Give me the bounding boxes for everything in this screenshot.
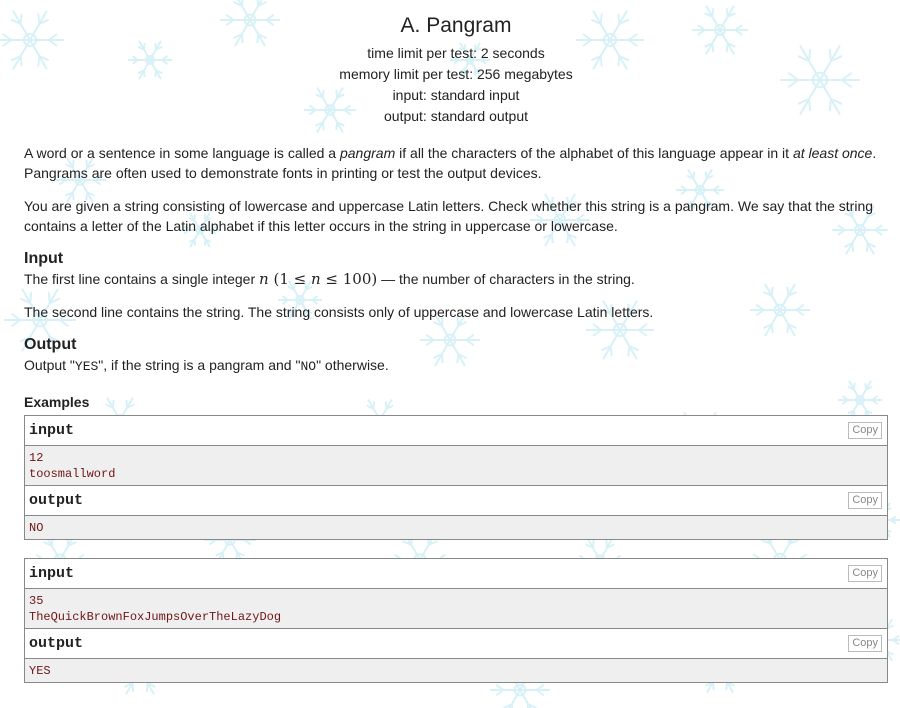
input-spec-line-2: The second line contains the string. The… — [24, 304, 654, 320]
statement-paragraph-2: You are given a string consisting of low… — [24, 198, 874, 234]
yes-token: YES — [74, 359, 99, 374]
math-formula: n (1 ≤ n ≤ 100) — [259, 270, 377, 288]
output-label: output — [29, 492, 84, 509]
emphasis-at-least-once: at least once — [792, 145, 873, 161]
examples-title: Examples — [24, 394, 90, 410]
math-constraint-open: (1 ≤ — [273, 270, 311, 288]
output-file: output: standard output — [384, 108, 528, 124]
sample-line: 12 — [29, 451, 44, 465]
example-2: input Copy 35 TheQuickBrownFoxJumpsOverT… — [24, 558, 888, 683]
sample-line: TheQuickBrownFoxJumpsOverTheLazyDog — [29, 610, 282, 624]
output-text: " otherwise. — [316, 357, 389, 373]
problem-statement: A. Pangram time limit per test: 2 second… — [0, 0, 900, 683]
input-text: — the number of characters in the string… — [377, 271, 635, 287]
sample-line: YES — [29, 664, 51, 678]
output-label: output — [29, 635, 84, 652]
input-file: input: standard input — [392, 87, 520, 103]
no-token: NO — [300, 359, 317, 374]
example-output-header: output Copy — [25, 629, 887, 659]
copy-button[interactable]: Copy — [848, 635, 882, 652]
statement-text: if all the characters of the alphabet of… — [395, 145, 793, 161]
example-input-header: input Copy — [25, 416, 887, 446]
math-constraint-close: ≤ 100) — [320, 270, 378, 288]
input-label: input — [29, 422, 75, 439]
time-limit: time limit per test: 2 seconds — [367, 45, 545, 61]
copy-button[interactable]: Copy — [848, 565, 882, 582]
example-output-body: YES — [25, 659, 887, 682]
example-input-body: 35 TheQuickBrownFoxJumpsOverTheLazyDog — [25, 589, 887, 629]
input-section-title: Input — [24, 250, 64, 267]
math-variable-n: n — [310, 270, 321, 288]
statement-paragraph-1: A word or a sentence in some language is… — [24, 143, 886, 183]
example-output-header: output Copy — [25, 486, 887, 516]
copy-button[interactable]: Copy — [848, 492, 882, 509]
output-text: Output " — [24, 357, 75, 373]
problem-header: A. Pangram time limit per test: 2 second… — [24, 0, 888, 127]
problem-title: A. Pangram — [400, 14, 512, 37]
output-section-title: Output — [24, 336, 77, 353]
sample-line: NO — [29, 521, 44, 535]
output-text: ", if the string is a pangram and " — [98, 357, 301, 373]
example-output-body: NO — [25, 516, 887, 539]
statement-text: A word or a sentence in some language is… — [24, 145, 340, 161]
copy-button[interactable]: Copy — [848, 422, 882, 439]
math-variable-n: n — [259, 270, 269, 288]
output-spec: Output "YES", if the string is a pangram… — [24, 355, 888, 377]
input-spec-line-1: The first line contains a single integer… — [24, 269, 888, 289]
example-input-header: input Copy — [25, 559, 887, 589]
emphasis-pangram: pangram — [339, 145, 396, 161]
input-text: The first line contains a single integer — [24, 271, 260, 287]
sample-line: 35 — [29, 594, 44, 608]
example-input-body: 12 toosmallword — [25, 446, 887, 486]
memory-limit: memory limit per test: 256 megabytes — [339, 66, 573, 82]
example-1: input Copy 12 toosmallword output Copy N… — [24, 415, 888, 540]
sample-line: toosmallword — [29, 467, 116, 481]
input-label: input — [29, 565, 75, 582]
